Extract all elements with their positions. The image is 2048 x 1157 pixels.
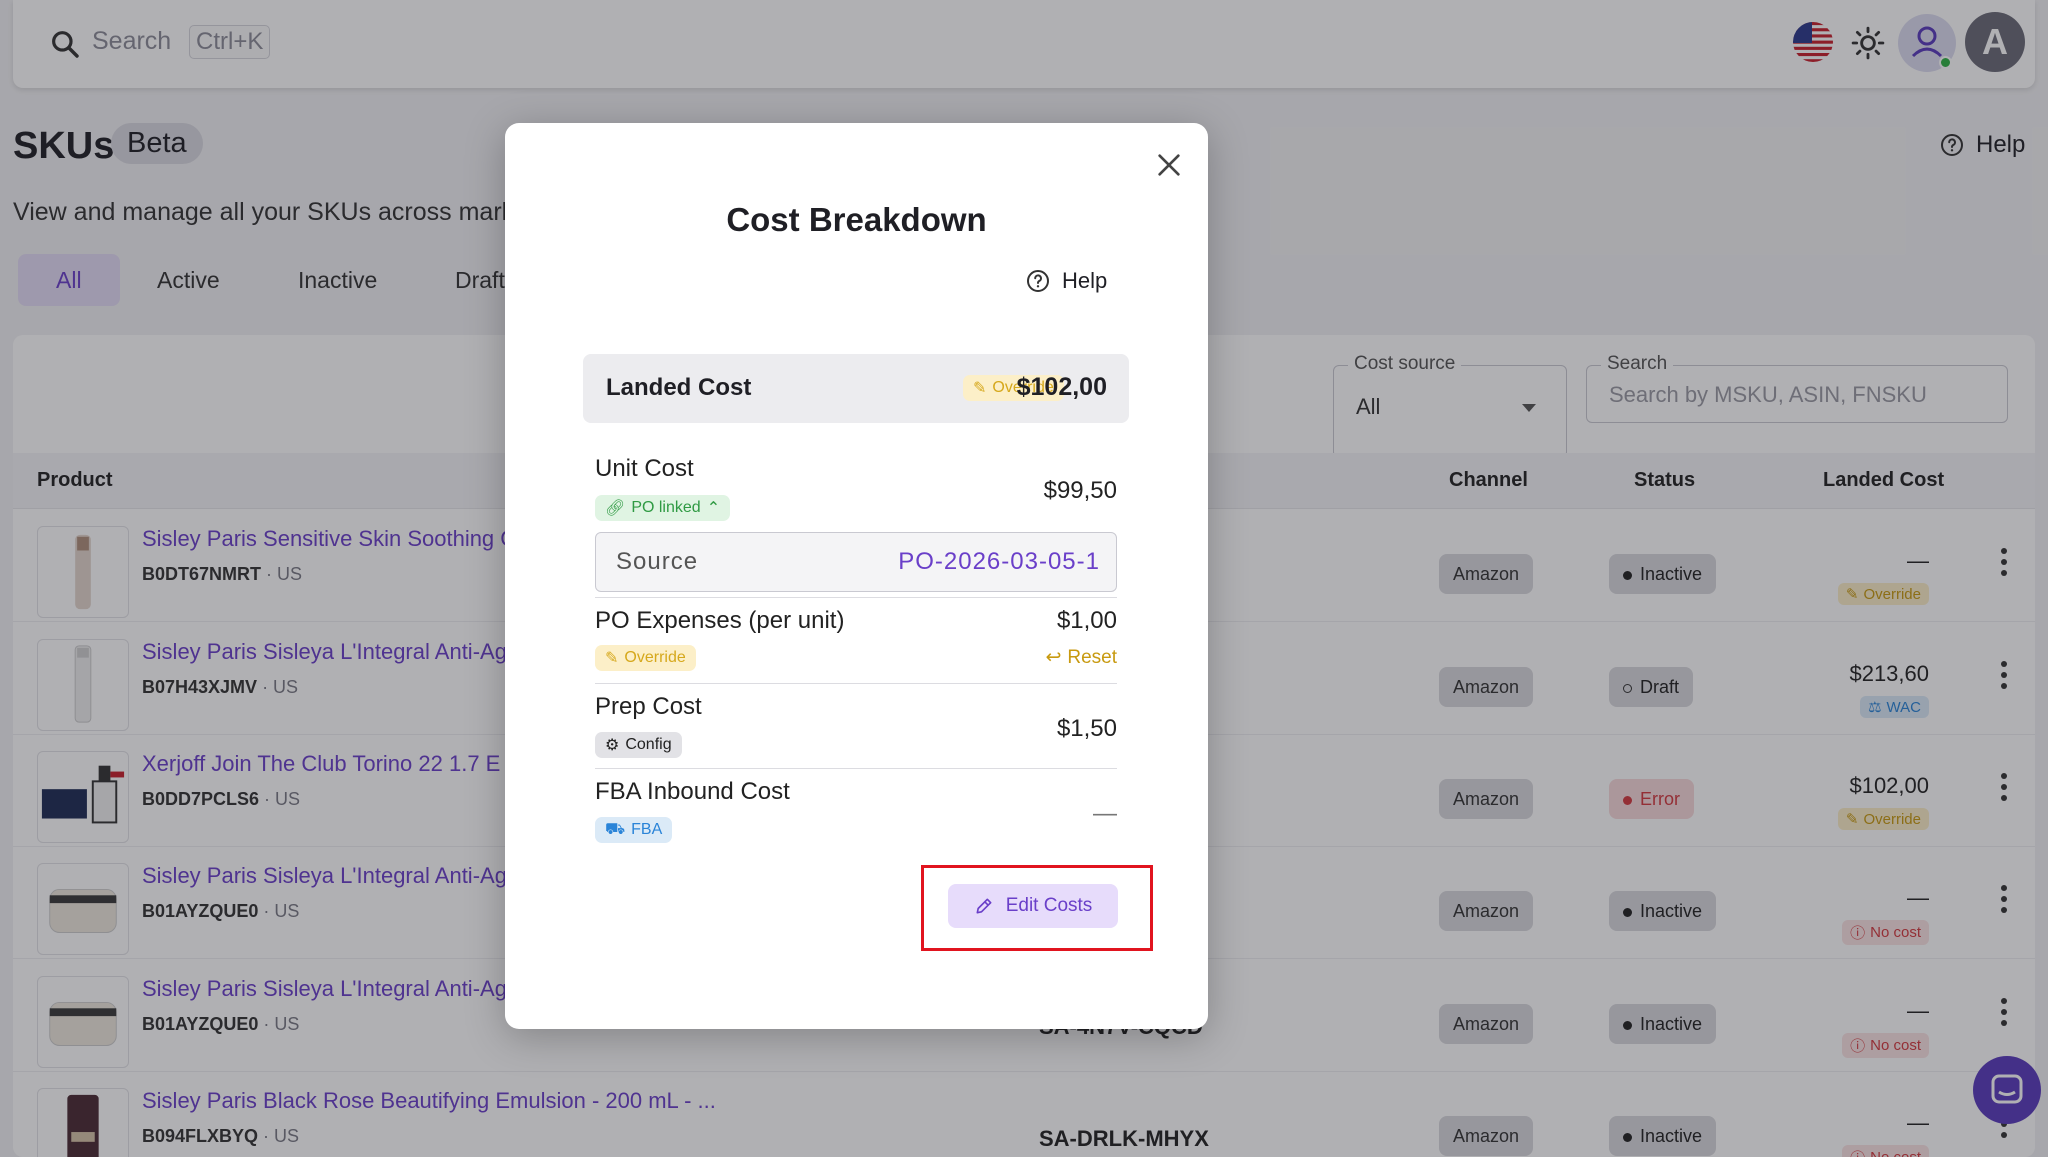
undo-icon: ↩ <box>1045 647 1062 668</box>
fba-inbound-label: FBA Inbound Cost <box>595 778 790 805</box>
page: Search Ctrl+K A SKUs Beta View and manag… <box>0 0 2048 1157</box>
po-expenses-label: PO Expenses (per unit) <box>595 607 845 634</box>
chevron-up-icon: ⌃ <box>706 500 721 517</box>
dialog-help-label: Help <box>1062 268 1108 293</box>
source-po-link[interactable]: PO-2026-03-05-1 <box>898 548 1100 576</box>
landed-cost-summary: Landed Cost ✎ Override $102,00 <box>583 354 1129 423</box>
unit-cost-label: Unit Cost <box>595 455 694 482</box>
unit-cost-row: Unit Cost 🔗︎ PO linked ⌃ $99,50 <box>595 455 1117 525</box>
reset-button[interactable]: ↩ Reset <box>1045 646 1117 669</box>
unit-cost-value: $99,50 <box>1043 477 1117 504</box>
source-label: Source <box>616 548 699 575</box>
cost-breakdown-dialog: Cost Breakdown Help Landed Cost ✎ Overrid… <box>505 123 1208 1029</box>
prep-cost-row: Prep Cost $1,50 ⚙ Config <box>595 693 1117 763</box>
config-badge: ⚙ Config <box>595 732 682 758</box>
divider <box>595 683 1117 684</box>
landed-cost-label: Landed Cost <box>606 374 752 401</box>
po-expenses-row: PO Expenses (per unit) $1,00 ✎ Override ↩… <box>595 607 1117 677</box>
dialog-title: Cost Breakdown <box>726 201 987 238</box>
gear-icon: ⚙ <box>605 737 620 754</box>
override-badge: ✎ Override <box>595 645 696 671</box>
close-icon[interactable] <box>1153 149 1185 181</box>
pencil-icon: ✎ <box>605 650 619 667</box>
pencil-icon: ✎ <box>973 380 987 397</box>
po-expenses-value: $1,00 <box>1056 607 1117 634</box>
prep-cost-label: Prep Cost <box>595 693 702 720</box>
fba-inbound-row: FBA Inbound Cost — ⛟ FBA <box>595 778 1117 848</box>
landed-cost-value: $102,00 <box>1016 373 1107 401</box>
highlight-box <box>921 865 1153 951</box>
link-icon: 🔗︎ <box>605 500 626 517</box>
fba-badge: ⛟ FBA <box>595 817 673 843</box>
dialog-help-link[interactable]: Help <box>1026 268 1107 294</box>
po-linked-badge[interactable]: 🔗︎ PO linked ⌃ <box>595 495 731 521</box>
help-circle-icon <box>1027 270 1049 292</box>
divider <box>595 597 1117 598</box>
truck-icon: ⛟ <box>605 821 626 838</box>
fba-inbound-value: — <box>1093 800 1117 827</box>
source-field: Source PO-2026-03-05-1 <box>595 532 1117 592</box>
divider <box>595 768 1117 769</box>
prep-cost-value: $1,50 <box>1056 715 1117 742</box>
